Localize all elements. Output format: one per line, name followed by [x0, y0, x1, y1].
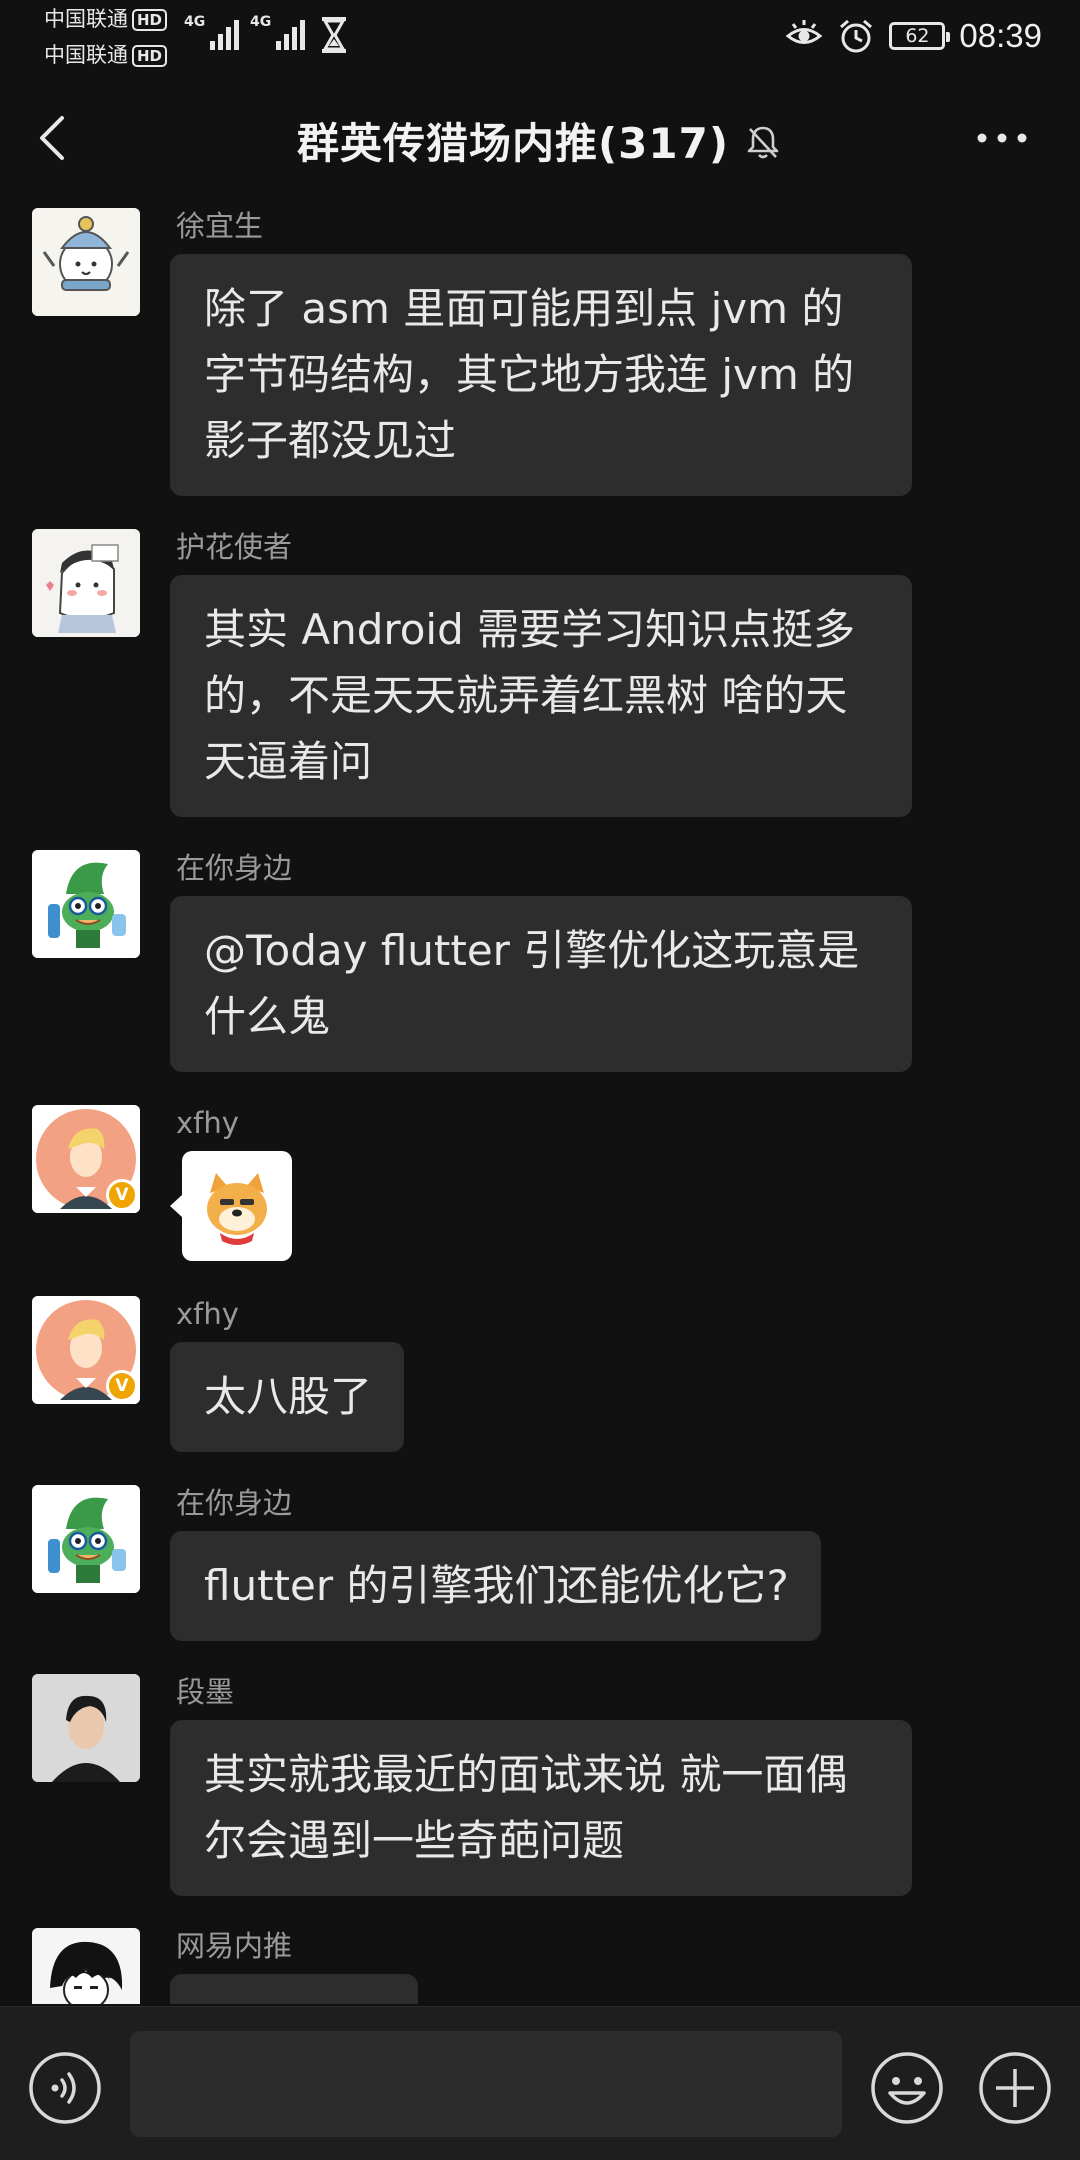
page-title: 群英传猎场内推(317)	[296, 119, 730, 168]
message-list[interactable]: 徐宜生 除了 asm 里面可能用到点 jvm 的字节码结构，其它地方我连 jvm…	[0, 204, 1080, 2004]
avatar-anime-image	[32, 1928, 140, 2004]
emoji-icon[interactable]	[870, 2051, 944, 2125]
hourglass-icon	[322, 17, 346, 53]
avatar-cartoon-image	[32, 529, 140, 637]
sender-name: xfhy	[176, 1297, 239, 1331]
sender-name: 在你身边	[176, 1486, 293, 1520]
sender-name: 在你身边	[176, 851, 293, 885]
avatar[interactable]: V	[32, 1296, 140, 1404]
avatar[interactable]	[32, 529, 140, 637]
avatar-snowman-image	[32, 208, 140, 316]
sender-name: 护花使者	[176, 530, 293, 564]
status-bar: 中国联通 HD 中国联通 HD 4G 4G 62 08:39	[0, 0, 1080, 72]
message-bubble[interactable]: 除了 asm 里面可能用到点 jvm 的字节码结构，其它地方我连 jvm 的影子…	[170, 254, 912, 496]
clock: 08:39	[959, 17, 1042, 54]
alarm-icon	[840, 19, 873, 53]
avatar-green-cartoon-image	[32, 850, 140, 958]
message-bubble[interactable]: flutter 的引擎我们还能优化它?	[170, 1531, 821, 1641]
carrier-label-1: 中国联通 HD	[44, 6, 168, 32]
sticker-message[interactable]	[170, 1151, 292, 1261]
avatar[interactable]	[32, 1928, 140, 2004]
verified-badge: V	[106, 1179, 138, 1211]
battery-icon: 62	[889, 22, 951, 50]
sender-name: 徐宜生	[176, 209, 264, 243]
avatar[interactable]	[32, 1485, 140, 1593]
avatar-photo-image	[32, 1674, 140, 1782]
message-bubble[interactable]: 太八股了	[170, 1342, 405, 1452]
more-dots-icon[interactable]	[974, 126, 1030, 150]
eye-comfort-icon	[786, 20, 823, 44]
input-bar	[0, 2006, 1080, 2160]
doge-sticker-icon	[207, 1173, 267, 1245]
carrier-label-2: 中国联通 HD	[44, 42, 168, 68]
sender-name: 段墨	[176, 1675, 235, 1709]
voice-icon[interactable]	[28, 2051, 102, 2125]
chat-header: 群英传猎场内推(317)	[0, 72, 1080, 204]
sender-name: xfhy	[176, 1106, 239, 1140]
signal-icon-1: 4G	[184, 14, 240, 50]
avatar[interactable]	[32, 1674, 140, 1782]
message-bubble[interactable]: 其实 Android 需要学习知识点挺多的，不是天天就弄着红黑树 啥的天天逼着问	[170, 575, 912, 817]
message-bubble[interactable]	[170, 1974, 418, 2004]
message-bubble[interactable]: 其实就我最近的面试来说 就一面偶尔会遇到一些奇葩问题	[170, 1720, 912, 1896]
message-input[interactable]	[130, 2031, 842, 2137]
message-bubble[interactable]: @Today flutter 引擎优化这玩意是什么鬼	[170, 896, 912, 1072]
bell-off-icon	[747, 126, 779, 159]
sender-name: 网易内推	[176, 1929, 293, 1963]
avatar[interactable]: V	[32, 1105, 140, 1213]
plus-icon[interactable]	[978, 2051, 1052, 2125]
signal-icon-2: 4G	[250, 14, 306, 50]
avatar[interactable]	[32, 850, 140, 958]
avatar-green-cartoon-image	[32, 1485, 140, 1593]
avatar[interactable]	[32, 208, 140, 316]
verified-badge: V	[106, 1370, 138, 1402]
